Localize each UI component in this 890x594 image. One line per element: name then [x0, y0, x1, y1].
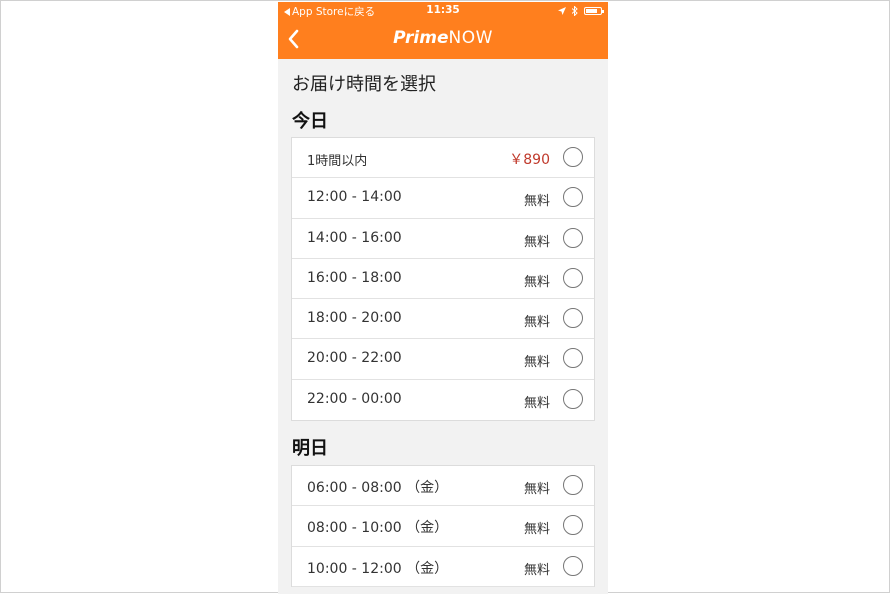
slot-row[interactable]: 14:00 - 16:00 無料: [292, 219, 594, 259]
slot-label: 16:00 - 18:00: [307, 269, 402, 286]
slot-row[interactable]: 1時間以内 ￥890: [292, 138, 594, 179]
tomorrow-slot-list: 06:00 - 08:00 （金） 無料 08:00 - 10:00 （金） 無…: [291, 465, 595, 587]
radio-button[interactable]: [563, 227, 583, 248]
radio-button[interactable]: [563, 515, 583, 536]
radio-button[interactable]: [563, 555, 583, 576]
slot-row[interactable]: 08:00 - 10:00 （金） 無料: [292, 506, 594, 547]
slot-row[interactable]: 16:00 - 18:00 無料: [292, 259, 594, 300]
radio-button[interactable]: [563, 147, 583, 167]
slot-price: 無料: [523, 355, 550, 371]
slot-label: 08:00 - 10:00 （金）: [307, 520, 449, 537]
battery-icon: [584, 7, 604, 15]
slot-label: 12:00 - 14:00: [307, 189, 402, 206]
slot-row[interactable]: 06:00 - 08:00 （金） 無料: [292, 466, 594, 507]
slot-row[interactable]: 12:00 - 14:00 無料: [292, 178, 594, 219]
slot-row[interactable]: 20:00 - 22:00 無料: [292, 339, 594, 380]
slot-label: 10:00 - 12:00 （金）: [307, 560, 449, 577]
slot-price: 無料: [523, 562, 550, 578]
radio-button[interactable]: [563, 475, 583, 495]
slot-label: 20:00 - 22:00: [307, 350, 402, 367]
slot-price: 無料: [523, 522, 550, 538]
bluetooth-icon: [572, 6, 578, 16]
slot-price: 無料: [523, 274, 550, 290]
slot-label: 06:00 - 08:00 （金）: [307, 480, 449, 496]
slot-label: 14:00 - 16:00: [307, 229, 402, 246]
logo-prime-text: Prime: [393, 28, 449, 48]
section-title-tomorrow: 明日: [292, 438, 328, 459]
slot-row[interactable]: 22:00 - 00:00 無料: [292, 380, 594, 420]
screenshot-frame: App Storeに戻る 11:35 PrimeNOW お届け時間を選択 今日 …: [0, 0, 890, 594]
page-title: お届け時間を選択: [292, 74, 436, 95]
radio-button[interactable]: [563, 267, 583, 288]
slot-price: 無料: [523, 234, 550, 250]
slot-label: 22:00 - 00:00: [307, 390, 402, 407]
radio-button[interactable]: [563, 187, 583, 208]
phone-screen: App Storeに戻る 11:35 PrimeNOW お届け時間を選択 今日 …: [278, 2, 608, 594]
prime-now-logo: PrimeNOW: [278, 28, 608, 48]
location-arrow-icon: [558, 7, 566, 15]
slot-price: 無料: [523, 482, 550, 497]
slot-label: 1時間以内: [307, 154, 368, 169]
slot-price: 無料: [523, 194, 550, 210]
today-slot-list: 1時間以内 ￥890 12:00 - 14:00 無料 14:00 - 16:0…: [291, 137, 595, 422]
radio-button[interactable]: [563, 388, 583, 409]
slot-price: ￥890: [509, 152, 550, 168]
status-indicators: [558, 6, 604, 16]
navigation-bar: PrimeNOW: [278, 20, 608, 59]
radio-button[interactable]: [563, 308, 583, 329]
status-bar: App Storeに戻る 11:35: [278, 2, 608, 20]
slot-row[interactable]: 18:00 - 20:00 無料: [292, 299, 594, 340]
radio-button[interactable]: [563, 348, 583, 369]
slot-row[interactable]: 10:00 - 12:00 （金） 無料: [292, 547, 594, 587]
logo-now-text: NOW: [448, 28, 493, 48]
slot-label: 18:00 - 20:00: [307, 310, 402, 327]
section-title-today: 今日: [292, 111, 328, 132]
slot-price: 無料: [523, 315, 550, 331]
slot-price: 無料: [523, 395, 550, 411]
